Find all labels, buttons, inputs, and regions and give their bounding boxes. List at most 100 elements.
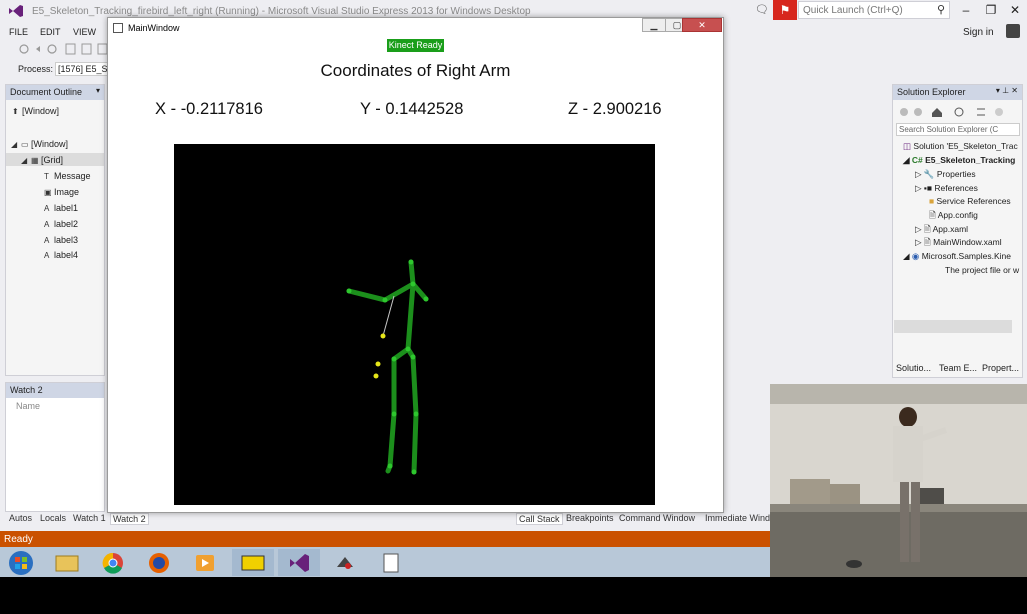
quick-launch-input[interactable]: Quick Launch (Ctrl+Q) ⚲ <box>798 1 950 19</box>
account-icon[interactable] <box>1006 24 1020 38</box>
service-references-item[interactable]: ■ Service References <box>929 196 1011 206</box>
solution-explorer-header: Solution Explorer ▾ ⊥ ✕ <box>893 85 1022 100</box>
app-config-item[interactable]: 🗎 App.config <box>929 210 978 224</box>
tab-immediate-window[interactable]: Immediate Wind <box>705 513 770 523</box>
image-icon: ▣ <box>44 188 52 197</box>
solution-explorer-tabs: Solutio... Team E... Propert... <box>893 361 1023 376</box>
tab-properties[interactable]: Propert... <box>982 363 1019 373</box>
search-icon: ⚲ <box>936 4 945 16</box>
restore-icon[interactable]: ❐ <box>978 2 1004 18</box>
vs-status-bar: Ready <box>0 531 770 547</box>
outline-item-label3[interactable]: Alabel3 <box>44 235 78 245</box>
window-icon <box>113 23 123 33</box>
kinect-app-icon[interactable] <box>324 549 366 576</box>
visual-studio-taskbar-icon[interactable] <box>278 549 320 576</box>
menu-view[interactable]: VIEW <box>73 27 96 37</box>
pin-icon[interactable]: ▾ ⊥ ✕ <box>996 86 1018 95</box>
label-icon: A <box>44 236 50 245</box>
solution-icon: ◫ <box>903 141 914 151</box>
references-icon: ▪■ <box>923 183 935 193</box>
grid-icon: ▦ <box>31 156 39 165</box>
watch-header: Watch 2 <box>6 383 104 398</box>
collapse-icon: ▷ <box>915 183 924 193</box>
skeleton-image <box>174 144 655 505</box>
project-item[interactable]: ◢ C# E5_Skeleton_Tracking <box>903 155 1015 166</box>
minimize-icon[interactable]: – <box>953 2 979 18</box>
pdf-reader-icon[interactable] <box>232 549 274 576</box>
project-icon: ◉ <box>911 251 922 261</box>
tab-solution-explorer[interactable]: Solutio... <box>896 363 931 373</box>
outline-item-message[interactable]: T Message <box>44 171 91 181</box>
config-file-icon: 🗎 <box>929 210 938 220</box>
expand-icon: ◢ <box>21 156 28 165</box>
project-load-message: The project file or w <box>945 265 1020 275</box>
tab-command-window[interactable]: Command Window <box>619 513 695 523</box>
vs-title-text: E5_Skeleton_Tracking_firebird_left_right… <box>32 6 531 17</box>
firefox-icon[interactable] <box>138 549 180 576</box>
sign-in-link[interactable]: Sign in <box>963 27 994 38</box>
outline-item-window[interactable]: ◢ ▭ [Window] <box>11 139 68 149</box>
tab-locals[interactable]: Locals <box>40 513 66 523</box>
close-icon[interactable]: ✕ <box>682 18 722 32</box>
file-explorer-icon[interactable] <box>46 549 88 576</box>
menu-edit[interactable]: EDIT <box>40 27 61 37</box>
textblock-icon: T <box>44 172 49 181</box>
tab-watch1[interactable]: Watch 1 <box>73 513 106 523</box>
start-button-icon[interactable] <box>0 549 42 576</box>
feedback-icon[interactable]: 🗨 <box>755 3 769 16</box>
menu-file[interactable]: FILE <box>9 27 28 37</box>
watch-panel: Watch 2 Name <box>5 382 105 512</box>
outline-item-label2[interactable]: Alabel2 <box>44 219 78 229</box>
app-xaml-item[interactable]: ▷ 🗎 App.xaml <box>915 224 968 238</box>
page-title: Coordinates of Right Arm <box>320 61 511 80</box>
outline-item-grid[interactable]: ◢ ▦ [Grid] <box>21 155 63 165</box>
notification-flag-icon[interactable]: ⚑ <box>773 0 797 20</box>
outline-item-label4[interactable]: Alabel4 <box>44 250 78 260</box>
expand-icon: ◢ <box>903 155 912 165</box>
expand-icon: ◢ <box>903 251 912 261</box>
csharp-project-icon: C# <box>911 155 926 165</box>
references-item[interactable]: ▷ ▪■ References <box>915 183 978 194</box>
folder-icon: ■ <box>929 196 937 206</box>
status-text: Ready <box>4 534 33 545</box>
tab-team-explorer[interactable]: Team E... <box>939 363 977 373</box>
document-outline-panel: Document Outline ▾ ⬆ [Window] <box>5 84 105 376</box>
xaml-file-icon: 🗎 <box>923 237 934 247</box>
solution-item[interactable]: ◫ Solution 'E5_Skeleton_Trac <box>903 141 1018 152</box>
document-outline-header: Document Outline ▾ <box>6 85 104 100</box>
y-value: 0.1442528 <box>385 100 464 118</box>
watch-name-column[interactable]: Name <box>16 401 40 411</box>
mainwindow-xaml-item[interactable]: ▷ 🗎 MainWindow.xaml <box>915 237 1002 251</box>
main-window: MainWindow ▁ ▢ ✕ Kinect Ready Coordinate… <box>107 17 724 513</box>
media-player-icon[interactable] <box>184 549 226 576</box>
collapse-icon: ▷ <box>915 237 924 247</box>
tab-watch2[interactable]: Watch 2 <box>110 513 149 525</box>
camera-feed <box>770 384 1027 577</box>
xaml-file-icon: 🗎 <box>923 224 933 234</box>
solution-toolbar-icons <box>900 107 1003 117</box>
tab-autos[interactable]: Autos <box>9 513 32 523</box>
window-icon: ▭ <box>21 140 29 149</box>
document-icon[interactable] <box>370 549 412 576</box>
solution-search-input[interactable]: Search Solution Explorer (C <box>896 123 1020 136</box>
visual-studio-logo-icon <box>9 5 23 17</box>
close-icon[interactable]: ✕ <box>1002 2 1027 18</box>
label-icon: A <box>44 251 50 260</box>
tab-call-stack[interactable]: Call Stack <box>516 513 563 525</box>
wrench-icon: 🔧 <box>923 169 937 179</box>
properties-item[interactable]: ▷ 🔧 Properties <box>915 169 976 180</box>
kinect-project-item[interactable]: ◢ ◉ Microsoft.Samples.Kine <box>903 251 1011 262</box>
minimize-icon[interactable]: ▁ <box>642 18 666 32</box>
windows-taskbar <box>0 547 770 577</box>
process-dropdown[interactable]: [1576] E5_Sk <box>55 62 111 76</box>
z-label: Z - <box>568 100 589 118</box>
outline-root[interactable]: ⬆ [Window] <box>12 106 59 116</box>
z-value: 2.900216 <box>592 100 662 118</box>
label-icon: A <box>44 204 50 213</box>
chrome-icon[interactable] <box>92 549 134 576</box>
outline-item-label1[interactable]: Alabel1 <box>44 203 78 213</box>
tab-breakpoints[interactable]: Breakpoints <box>566 513 614 523</box>
outline-item-image[interactable]: ▣ Image <box>44 187 79 197</box>
x-label: X - <box>155 100 177 118</box>
chevron-down-icon[interactable]: ▾ <box>96 86 100 95</box>
